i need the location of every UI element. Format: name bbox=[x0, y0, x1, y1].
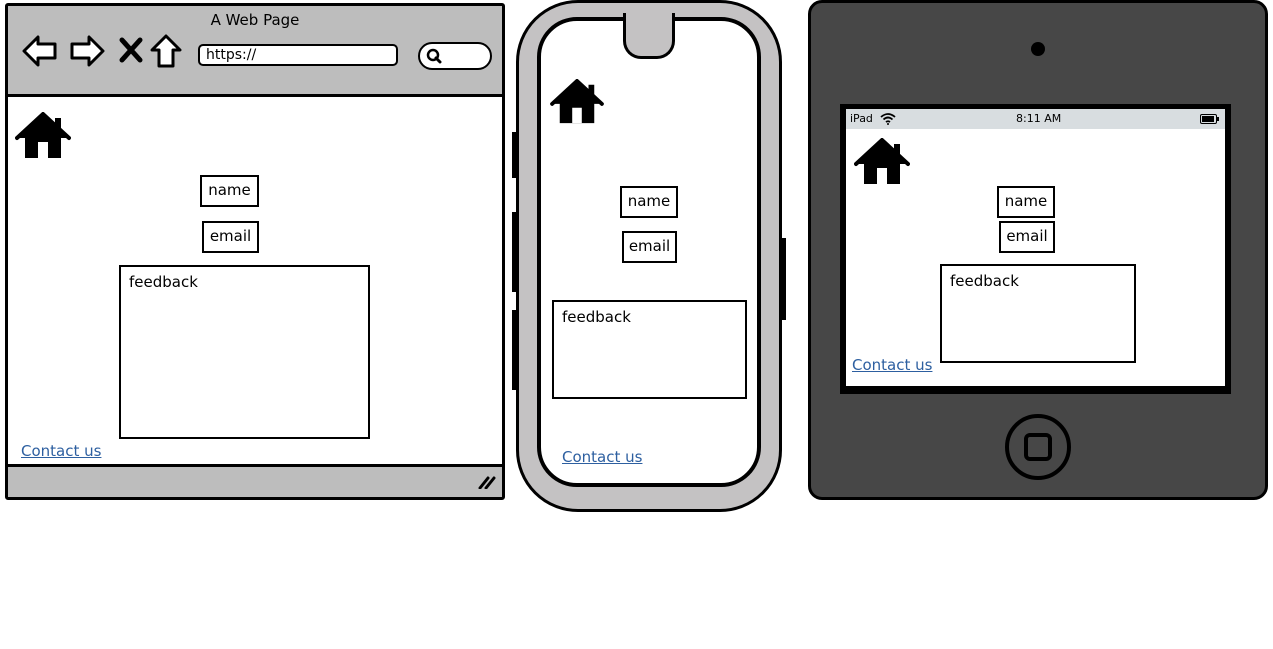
clock: 8:11 AM bbox=[1016, 112, 1062, 125]
home-button-square-icon bbox=[1024, 433, 1052, 461]
forward-arrow-icon[interactable] bbox=[69, 34, 105, 68]
house-icon[interactable] bbox=[854, 138, 910, 186]
home-nav-icon[interactable] bbox=[150, 34, 182, 68]
email-field[interactable]: email bbox=[202, 221, 259, 253]
resize-grip-icon[interactable] bbox=[478, 475, 496, 489]
search-field[interactable] bbox=[418, 42, 492, 70]
contact-us-link[interactable]: Contact us bbox=[852, 356, 932, 374]
stop-icon[interactable] bbox=[119, 37, 143, 63]
browser-statusbar bbox=[8, 464, 502, 497]
email-field[interactable]: email bbox=[999, 221, 1055, 253]
name-field[interactable]: name bbox=[200, 175, 259, 207]
feedback-textarea[interactable]: feedback bbox=[552, 300, 747, 399]
browser-title: A Web Page bbox=[210, 11, 300, 29]
search-icon bbox=[426, 48, 442, 64]
phone-notch bbox=[623, 13, 675, 59]
device-label: iPad bbox=[850, 112, 873, 125]
phone-volume-button-2 bbox=[512, 310, 518, 390]
camera-icon bbox=[1031, 42, 1045, 56]
browser-window: A Web Page https:// name email feedback … bbox=[5, 3, 505, 500]
battery-icon bbox=[1200, 114, 1219, 124]
house-icon[interactable] bbox=[549, 79, 605, 125]
phone-side-button bbox=[512, 132, 518, 178]
back-arrow-icon[interactable] bbox=[22, 34, 58, 68]
url-input[interactable]: https:// bbox=[198, 44, 398, 66]
phone-volume-button bbox=[512, 212, 518, 292]
house-icon[interactable] bbox=[15, 112, 71, 160]
feedback-textarea[interactable]: feedback bbox=[119, 265, 370, 439]
contact-us-link[interactable]: Contact us bbox=[21, 442, 101, 460]
feedback-textarea[interactable]: feedback bbox=[940, 264, 1136, 363]
name-field[interactable]: name bbox=[620, 186, 678, 218]
phone-power-button bbox=[780, 238, 786, 320]
browser-titlebar: A Web Page https:// bbox=[8, 6, 502, 97]
name-field[interactable]: name bbox=[997, 186, 1055, 218]
wifi-icon bbox=[880, 113, 896, 125]
ios-status-bar: iPad 8:11 AM bbox=[846, 109, 1225, 129]
contact-us-link[interactable]: Contact us bbox=[562, 448, 642, 466]
email-field[interactable]: email bbox=[622, 231, 677, 263]
